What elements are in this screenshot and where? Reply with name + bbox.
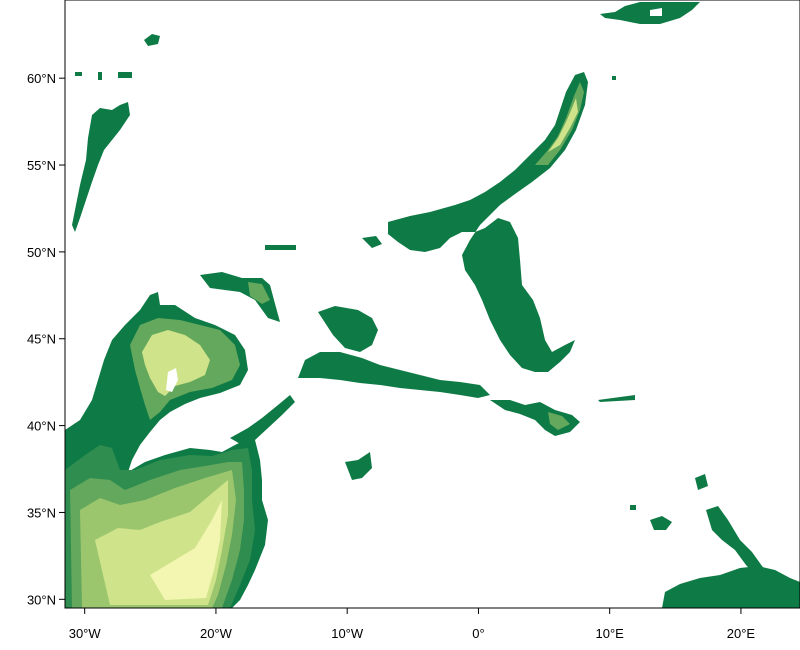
field-region-bay — [318, 306, 378, 352]
longitude-tick-label: 20°E — [727, 626, 756, 641]
field-region-northeast-arc — [388, 72, 588, 372]
latitude-tick-label: 45°N — [27, 332, 56, 347]
latitude-tick-label: 30°N — [27, 592, 56, 607]
latitude-tick-label: 35°N — [27, 505, 56, 520]
longitude-tick-label: 0° — [472, 626, 484, 641]
colored-field — [65, 2, 800, 608]
longitude-tick-label: 20°W — [200, 626, 233, 641]
longitude-tick-label: 10°W — [331, 626, 364, 641]
field-region-coast-east — [490, 400, 580, 436]
field-region-northwest — [72, 102, 130, 232]
longitude-tick-label: 30°W — [69, 626, 102, 641]
field-region-southeast — [662, 566, 800, 608]
map-figure: 60°N 55°N 50°N 45°N 40°N 35°N 30°N 30°W 20°W 10°… — [27, 0, 800, 641]
latitude-tick-label: 40°N — [27, 419, 56, 434]
field-region-strait — [230, 395, 295, 445]
latitude-tick-label: 55°N — [27, 158, 56, 173]
longitude-axis: 30°W 20°W 10°W 0° 10°E 20°E — [69, 608, 756, 641]
latitude-axis: 60°N 55°N 50°N 45°N 40°N 35°N 30°N — [27, 71, 65, 607]
longitude-tick-label: 10°E — [596, 626, 625, 641]
field-region-islands-central — [345, 452, 372, 480]
latitude-tick-label: 60°N — [27, 71, 56, 86]
field-region-central-band — [298, 352, 490, 398]
field-region-islands-east — [598, 395, 770, 578]
field-specks-northwest — [75, 34, 160, 80]
latitude-tick-label: 50°N — [27, 245, 56, 260]
